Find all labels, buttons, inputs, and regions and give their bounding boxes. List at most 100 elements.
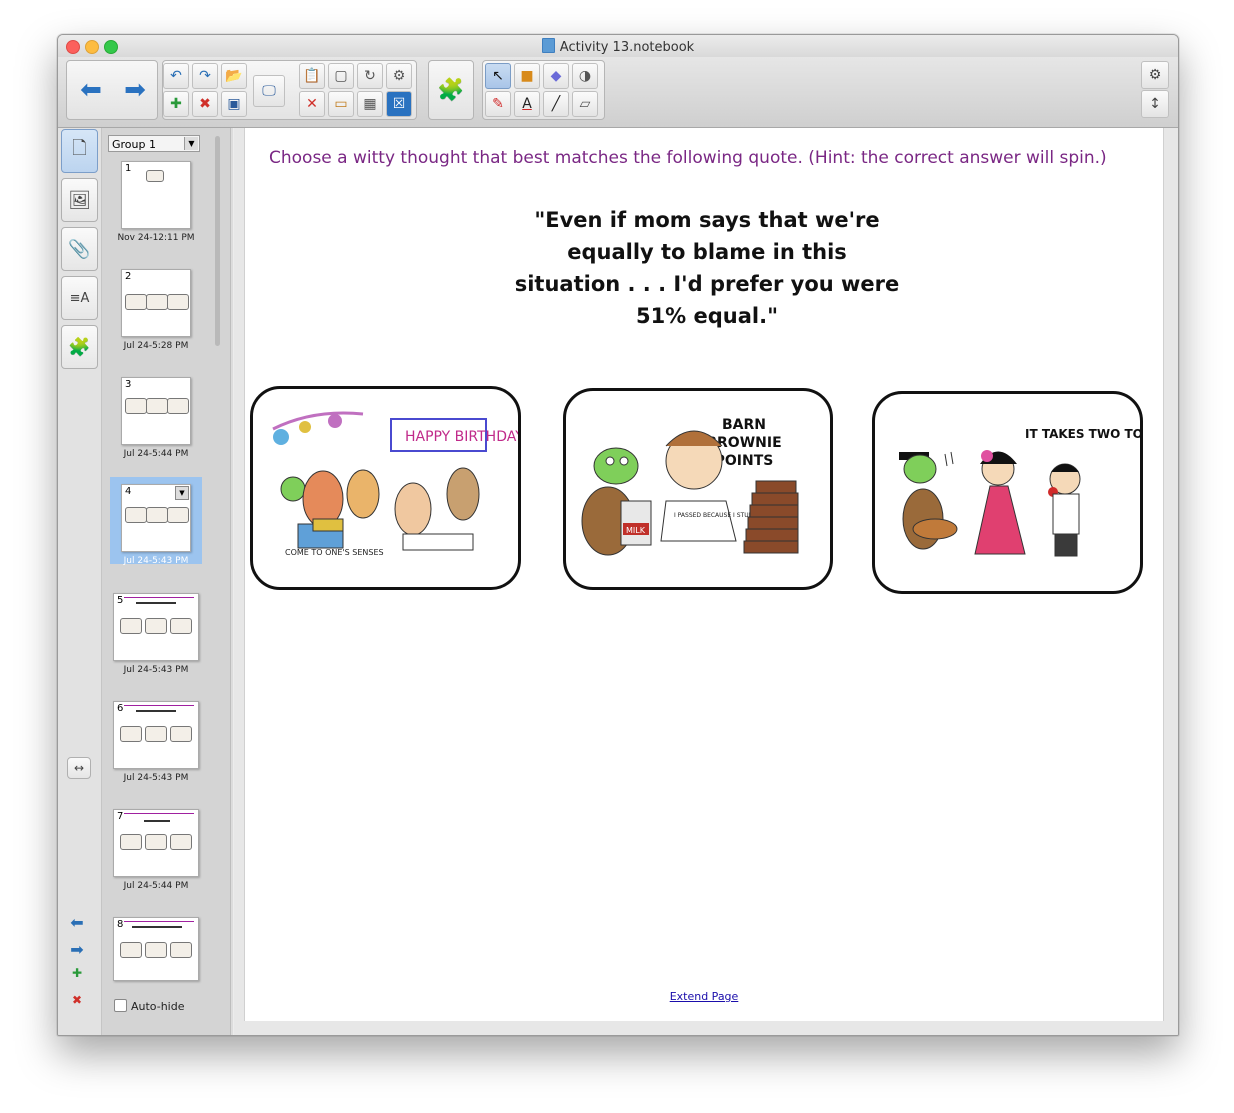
mini-graphic xyxy=(120,618,142,634)
card-caption: IT TAKES TWO TO TANGO xyxy=(1025,427,1143,441)
text-tool-icon[interactable]: A xyxy=(514,91,540,117)
settings-gear-icon[interactable]: ⚙ xyxy=(1141,61,1169,89)
page-menu-chevron-icon[interactable]: ▼ xyxy=(175,486,189,500)
card-caption: BARN BROWNIE POINTS xyxy=(576,585,588,588)
nav-group: ⬅ ➡ xyxy=(66,60,158,120)
rotate-icon[interactable]: ↻ xyxy=(357,63,383,89)
mini-graphic xyxy=(146,294,168,310)
birthday-cartoon-illustration: HAPPY BIRTHDAY COME TO ONE'S SENSES xyxy=(272,411,521,557)
autohide-checkbox[interactable] xyxy=(114,999,127,1012)
banner-text: HAPPY BIRTHDAY xyxy=(405,429,521,445)
title-bar: Activity 13.notebook xyxy=(58,35,1178,57)
mini-graphic xyxy=(170,942,192,958)
paste-icon[interactable]: 📋 xyxy=(299,63,325,89)
mini-heading xyxy=(136,602,176,604)
fill-tool-icon[interactable]: ◑ xyxy=(572,63,598,89)
extend-page-link[interactable]: Extend Page xyxy=(245,990,1163,1003)
tango-cartoon-illustration: IT TAKES TWO TO TANGO xyxy=(899,427,1143,557)
delete-page-icon[interactable]: ✖ xyxy=(192,91,218,117)
thumbnail-image: 8 xyxy=(113,917,199,981)
canvas-area: Choose a witty thought that best matches… xyxy=(234,128,1178,1035)
full-screen-icon[interactable]: ☒ xyxy=(386,91,412,117)
toolbar-position-icon[interactable]: ↕ xyxy=(1141,90,1169,118)
thumbnail-date: Jul 24-5:44 PM xyxy=(123,449,189,459)
eraser-tool-icon[interactable]: ◆ xyxy=(543,63,569,89)
screen-capture-icon[interactable]: ▢ xyxy=(328,63,354,89)
mini-graphic xyxy=(167,294,189,310)
addons-icon[interactable]: 🧩 xyxy=(61,325,98,369)
edit-group: ↶ ↷ 📂 ✚ ✖ ▣ 🖵 📋 ▢ ↻ ⚙ ✕ ▭ ▦ ☒ xyxy=(162,60,417,120)
page-thumbnail-2[interactable]: 2 Jul 24-5:28 PM xyxy=(110,266,202,351)
chevron-down-icon: ▼ xyxy=(184,137,198,150)
card-caption: COME TO ONE'S SENSES xyxy=(285,548,384,557)
delete-icon[interactable]: ✕ xyxy=(299,91,325,117)
mini-graphic xyxy=(146,507,168,523)
tools-group: ↖ ■ ◆ ◑ ✎ A ╱ ▱ xyxy=(482,60,605,120)
open-folder-icon[interactable]: 📂 xyxy=(221,63,247,89)
addons-group: 🧩 xyxy=(428,60,474,120)
redo-icon[interactable]: ↷ xyxy=(192,63,218,89)
document-camera-icon[interactable]: ⚙ xyxy=(386,63,412,89)
cartoon-card-tango[interactable]: IT TAKES TWO TO TANGO xyxy=(872,391,1143,594)
thumbnail-date: Jul 24-5:43 PM xyxy=(123,556,189,566)
next-page-icon[interactable]: ➡ xyxy=(65,940,89,959)
delete-page-small-icon[interactable]: ✖ xyxy=(65,993,89,1007)
notebook-page[interactable]: Choose a witty thought that best matches… xyxy=(244,128,1164,1021)
cartoon-card-brownie-points[interactable]: BARN BROWNIE POINTS BARN BROWNIE POINTS … xyxy=(563,388,833,590)
shapes-tool-icon[interactable]: ■ xyxy=(514,63,540,89)
sorter-scrollbar[interactable] xyxy=(215,136,220,346)
previous-page-icon[interactable]: ⬅ xyxy=(65,913,89,932)
add-page-icon[interactable]: ✚ xyxy=(163,91,189,117)
undo-icon[interactable]: ↶ xyxy=(163,63,189,89)
thumbnail-image: 3 xyxy=(121,377,191,445)
milk-carton-label: MILK xyxy=(626,526,646,535)
page-thumbnail-5[interactable]: 5 Jul 24-5:43 PM xyxy=(110,590,202,675)
mini-graphic xyxy=(146,170,164,182)
screen-shade-toggle-icon[interactable]: ▭ xyxy=(328,91,354,117)
back-arrow-icon[interactable]: ⬅ xyxy=(69,62,113,118)
page-sorter-icon[interactable]: 🗋 xyxy=(61,129,98,173)
thumbnail-image: 7 xyxy=(113,809,199,877)
gallery-icon[interactable]: 🖼 xyxy=(61,178,98,222)
table-icon[interactable]: ▦ xyxy=(357,91,383,117)
brownie-points-cartoon-illustration: BARN BROWNIE POINTS BARN BROWNIE POINTS … xyxy=(576,417,799,588)
mini-graphic xyxy=(125,507,147,523)
pen-tool-icon[interactable]: ✎ xyxy=(485,91,511,117)
page-thumbnail-1[interactable]: 1 Nov 24-12:11 PM xyxy=(110,158,202,243)
page-thumbnail-7[interactable]: 7 Jul 24-5:44 PM xyxy=(110,806,202,891)
mini-graphic xyxy=(145,618,167,634)
mini-graphic xyxy=(167,398,189,414)
window-title: Activity 13.notebook xyxy=(58,38,1178,55)
addon-puzzle-icon[interactable]: 🧩 xyxy=(429,62,473,118)
select-tool-icon[interactable]: ↖ xyxy=(485,63,511,89)
toolbar: ⬅ ➡ ↶ ↷ 📂 ✚ ✖ ▣ 🖵 📋 ▢ ↻ ⚙ ✕ ▭ ▦ ☒ 🧩 ↖ ■ … xyxy=(58,57,1178,128)
forward-arrow-icon[interactable]: ➡ xyxy=(113,62,157,118)
add-page-small-icon[interactable]: ✚ xyxy=(65,966,89,980)
mini-graphic xyxy=(120,726,142,742)
save-icon[interactable]: ▣ xyxy=(221,91,247,117)
page-thumbnail-8[interactable]: 8 xyxy=(110,914,202,981)
thumbnail-date: Jul 24-5:44 PM xyxy=(123,881,189,891)
mini-graphic xyxy=(170,834,192,850)
group-dropdown[interactable]: Group 1 ▼ xyxy=(108,135,200,152)
mini-graphic xyxy=(170,618,192,634)
page-thumbnail-6[interactable]: 6 Jul 24-5:43 PM xyxy=(110,698,202,783)
page-thumbnail-4[interactable]: 4 ▼ Jul 24-5:43 PM xyxy=(110,477,202,566)
thumbnail-image: 5 xyxy=(113,593,199,661)
thumbnail-date: Nov 24-12:11 PM xyxy=(117,233,195,243)
page-thumbnail-3[interactable]: 3 Jul 24-5:44 PM xyxy=(110,374,202,459)
expand-sidebar-icon[interactable]: ↔ xyxy=(67,757,91,779)
mini-graphic xyxy=(145,942,167,958)
side-tab-bar: 🗋 🖼 📎 ≡A 🧩 ↔ ⬅ ➡ ✚ ✖ xyxy=(58,128,102,1035)
mini-rule xyxy=(124,921,194,922)
line-tool-icon[interactable]: ╱ xyxy=(543,91,569,117)
svg-text:POINTS: POINTS xyxy=(715,453,774,469)
screen-shade-icon[interactable]: 🖵 xyxy=(253,75,285,107)
properties-icon[interactable]: ≡A xyxy=(61,276,98,320)
erase-tool-icon[interactable]: ▱ xyxy=(572,91,598,117)
cartoon-card-birthday[interactable]: HAPPY BIRTHDAY COME TO ONE'S SENSES xyxy=(250,386,521,590)
autohide-toggle[interactable]: Auto-hide xyxy=(114,999,185,1013)
mini-graphic xyxy=(167,507,189,523)
attachments-icon[interactable]: 📎 xyxy=(61,227,98,271)
mini-heading xyxy=(144,820,170,822)
